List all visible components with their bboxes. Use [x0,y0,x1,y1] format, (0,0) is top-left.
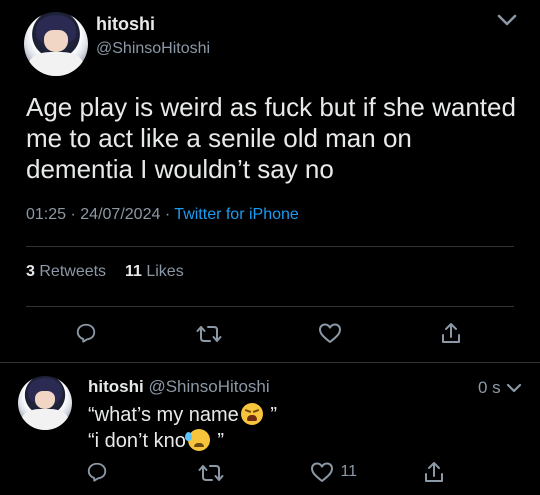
user-handle[interactable]: @ShinsoHitoshi [96,40,210,58]
reply-line-2-end: ” [217,430,225,452]
like-icon[interactable] [318,322,342,344]
retweet-icon[interactable] [198,462,224,484]
divider [0,362,540,363]
avatar[interactable] [24,12,88,76]
tweet-meta: 01:25 · 24/07/2024 · Twitter for iPhone [26,206,299,224]
likes-label: Likes [146,263,184,280]
reply-line-2: “i don’t kno ” [88,428,277,454]
reply-icon[interactable] [75,322,97,344]
share-icon[interactable] [440,321,462,345]
tired-face-emoji [240,403,263,425]
tweet-date: 24/07/2024 [80,206,161,223]
retweets-stat[interactable]: 3 Retweets [26,263,111,280]
avatar[interactable] [18,376,72,430]
likes-stat[interactable]: 11 Likes [125,263,184,280]
separator-dot: · [164,206,171,223]
reply-user-handle[interactable]: @ShinsoHitoshi [148,377,269,396]
chevron-down-icon[interactable] [505,381,523,395]
reply-header: hitoshi @ShinsoHitoshi [88,377,270,397]
reply-text: “what’s my name ” “i don’t kno ” [88,402,277,454]
like-icon[interactable] [310,461,334,483]
retweets-label: Retweets [39,263,107,280]
divider [26,246,514,247]
likes-count: 11 [124,263,142,280]
retweets-count: 3 [26,263,35,280]
display-name[interactable]: hitoshi [96,14,155,35]
reply-like-group[interactable]: 11 [310,461,357,483]
divider [26,306,514,307]
reply-line-1: “what’s my name ” [88,402,277,428]
separator-dot: · [70,206,76,223]
reply-display-name[interactable]: hitoshi [88,377,144,396]
tweet-stats: 3 Retweets 11 Likes [26,263,184,281]
sad-sweat-face-emoji [184,429,210,451]
chevron-down-icon[interactable] [496,12,518,28]
reply-line-2-text: “i don’t kno [88,430,186,452]
retweet-icon[interactable] [196,323,222,345]
share-icon[interactable] [423,460,445,484]
tweet-source-link[interactable]: Twitter for iPhone [174,206,299,223]
reply-line-1-end: ” [270,404,278,426]
reply-like-count: 11 [340,463,358,480]
reply-icon[interactable] [86,461,108,483]
tweet-text: Age play is weird as fuck but if she wan… [26,92,516,184]
reply-timestamp: 0 s [478,378,501,397]
tweet-time: 01:25 [26,206,67,223]
reply-line-1-text: “what’s my name [88,404,239,426]
